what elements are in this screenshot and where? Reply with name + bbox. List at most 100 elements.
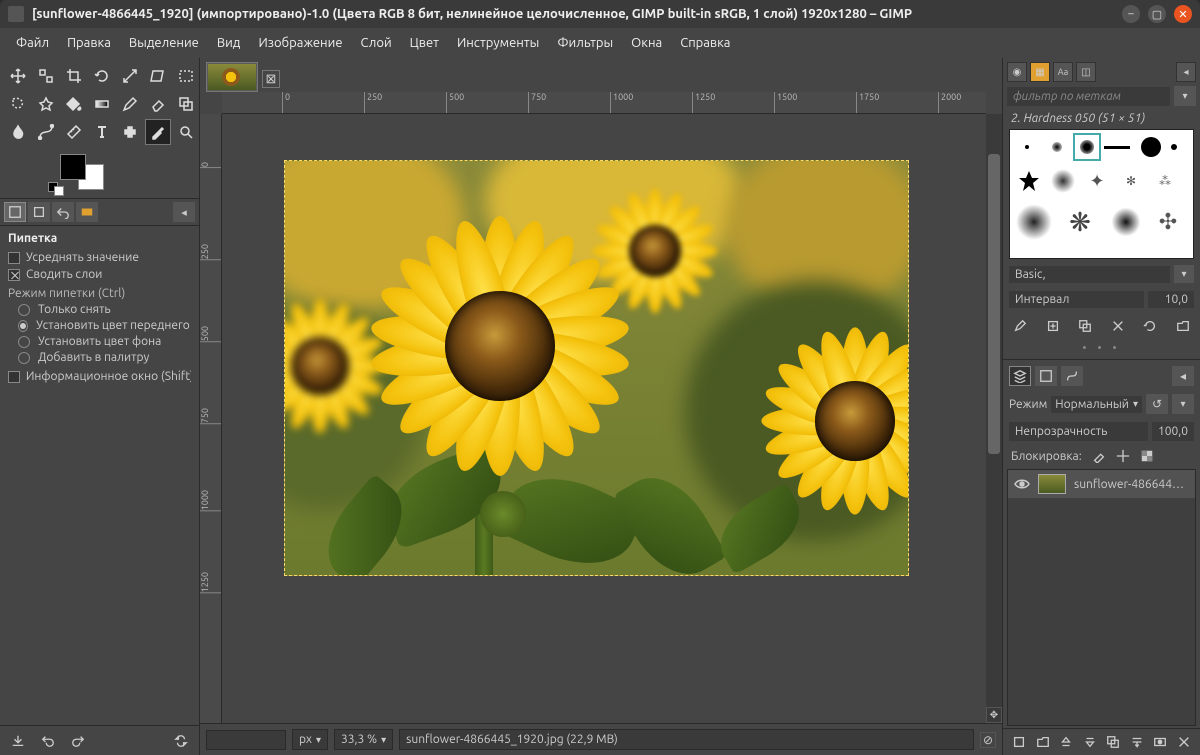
lock-pixels-icon[interactable] [1092,449,1106,463]
window-close-button[interactable]: ✕ [1174,5,1192,23]
rtab-menu[interactable]: ◂ [1176,62,1196,82]
menu-image[interactable]: Изображение [250,32,350,54]
layer-row[interactable]: sunflower-4866445_1920.jpg [1008,470,1195,498]
menu-color[interactable]: Цвет [402,32,447,54]
layer-name[interactable]: sunflower-4866445_1920.jpg [1074,478,1189,491]
brush-edit-icon[interactable] [1009,316,1031,336]
tab-channels[interactable] [1035,366,1057,386]
layer-down-icon[interactable] [1080,733,1100,751]
tool-pencil[interactable] [118,92,142,116]
layer-delete-icon[interactable] [1174,733,1194,751]
rtab-brushes[interactable]: ◉ [1007,62,1027,82]
layer-up-icon[interactable] [1056,733,1076,751]
tool-text[interactable] [90,120,114,144]
tool-smudge[interactable] [6,120,30,144]
menu-filters[interactable]: Фильтры [549,32,621,54]
brush-filter-input[interactable]: фильтр по меткам [1007,87,1170,106]
canvas[interactable] [222,114,986,723]
brush-open-icon[interactable] [1172,316,1194,336]
ruler-vertical[interactable]: 0 250 500 750 1000 1250 [200,114,222,723]
delete-preset-icon[interactable] [68,731,88,751]
brush-preset-dropdown[interactable]: ▾ [1174,265,1194,283]
tab-layers[interactable] [1009,366,1031,386]
cancel-icon[interactable]: ⊘ [980,732,996,748]
tool-fuzzy-select[interactable] [34,92,58,116]
layer-new-icon[interactable] [1009,733,1029,751]
default-colors-icon2[interactable] [54,186,64,196]
brush-refresh-icon[interactable] [1139,316,1161,336]
tool-heal[interactable] [118,120,142,144]
lock-position-icon[interactable] [1116,449,1130,463]
brush-interval-value[interactable]: 10,0 [1148,291,1194,308]
tool-align[interactable] [34,64,58,88]
tool-gradient[interactable] [90,92,114,116]
opt-add-palette[interactable]: Добавить в палитру [18,351,191,364]
tool-zoom[interactable] [174,120,198,144]
tab-paths[interactable] [1061,366,1083,386]
tool-scale[interactable] [118,64,142,88]
tool-move[interactable] [6,64,30,88]
opacity-value[interactable]: 100,0 [1152,422,1194,441]
tool-clone[interactable] [174,92,198,116]
tool-color-picker[interactable] [146,120,170,144]
brush-del-icon[interactable] [1107,316,1129,336]
opacity-label[interactable]: Непрозрачность [1009,422,1148,441]
tool-crop[interactable] [62,64,86,88]
lock-alpha-icon[interactable] [1140,449,1154,463]
brush-preset-select[interactable]: Basic, [1009,266,1170,283]
layer-mask-icon[interactable] [1150,733,1170,751]
save-preset-icon[interactable] [8,731,28,751]
dock-tab-images[interactable] [76,202,98,222]
brush-dup-icon[interactable] [1074,316,1096,336]
menu-edit[interactable]: Правка [59,32,119,54]
window-minimize-button[interactable]: – [1122,5,1140,23]
tool-measure[interactable] [62,120,86,144]
tool-bucket[interactable] [62,92,86,116]
dock-tab-menu[interactable]: ◂ [173,202,195,222]
menu-tools[interactable]: Инструменты [449,32,547,54]
restore-preset-icon[interactable] [38,731,58,751]
tab-menu[interactable]: ◂ [1172,366,1194,386]
image-tab-close[interactable]: ⊠ [262,70,280,88]
tool-path[interactable] [34,120,58,144]
brush-filter-dropdown[interactable]: ▾ [1174,86,1196,106]
brush-grid[interactable]: ✦ ✻ ⁂ ❋ ✣ [1009,129,1194,259]
opt-pick-only[interactable]: Только снять [18,303,191,316]
ruler-horizontal[interactable]: 0 250 500 750 1000 1250 1500 1750 2000 [222,92,986,114]
vertical-scrollbar[interactable] [986,114,1002,723]
menu-windows[interactable]: Окна [623,32,670,54]
tool-eraser[interactable] [146,92,170,116]
opt-set-bg[interactable]: Установить цвет фона [18,335,191,348]
opt-flatten[interactable]: Сводить слои [8,268,191,281]
opt-average[interactable]: Усреднять значение [8,251,191,264]
mode-select[interactable]: Нормальный▾ [1051,396,1142,413]
tool-free-select[interactable] [6,92,30,116]
layer-visibility-icon[interactable] [1014,476,1030,492]
menu-file[interactable]: Файл [8,32,57,54]
unit-select[interactable]: px▾ [292,729,328,750]
menu-layer[interactable]: Слой [353,32,400,54]
navigation-icon[interactable]: ✥ [986,707,1002,723]
fg-color[interactable] [60,154,86,180]
dock-tab-device[interactable] [28,202,50,222]
zoom-select[interactable]: 33,3 %▾ [334,729,393,750]
rtab-patterns[interactable]: ▦ [1030,62,1050,82]
reset-icon[interactable] [171,731,191,751]
menu-help[interactable]: Справка [672,32,738,54]
rtab-history[interactable]: ◫ [1076,62,1096,82]
layer-group-icon[interactable] [1033,733,1053,751]
dock-grip[interactable]: • • • [1003,340,1200,357]
menu-select[interactable]: Выделение [121,32,207,54]
image-tab[interactable] [206,62,258,92]
color-swatch[interactable] [60,154,104,190]
layer-dup-icon[interactable] [1103,733,1123,751]
tool-rotate[interactable] [90,64,114,88]
layer-merge-icon[interactable] [1127,733,1147,751]
menu-view[interactable]: Вид [209,32,249,54]
brush-new-icon[interactable] [1042,316,1064,336]
mode-menu-icon[interactable]: ▾ [1172,394,1194,414]
tool-rect-select[interactable] [174,64,198,88]
opt-set-fg[interactable]: Установить цвет переднего плана [18,319,191,332]
tool-shear[interactable] [146,64,170,88]
dock-tab-undo[interactable] [52,202,74,222]
